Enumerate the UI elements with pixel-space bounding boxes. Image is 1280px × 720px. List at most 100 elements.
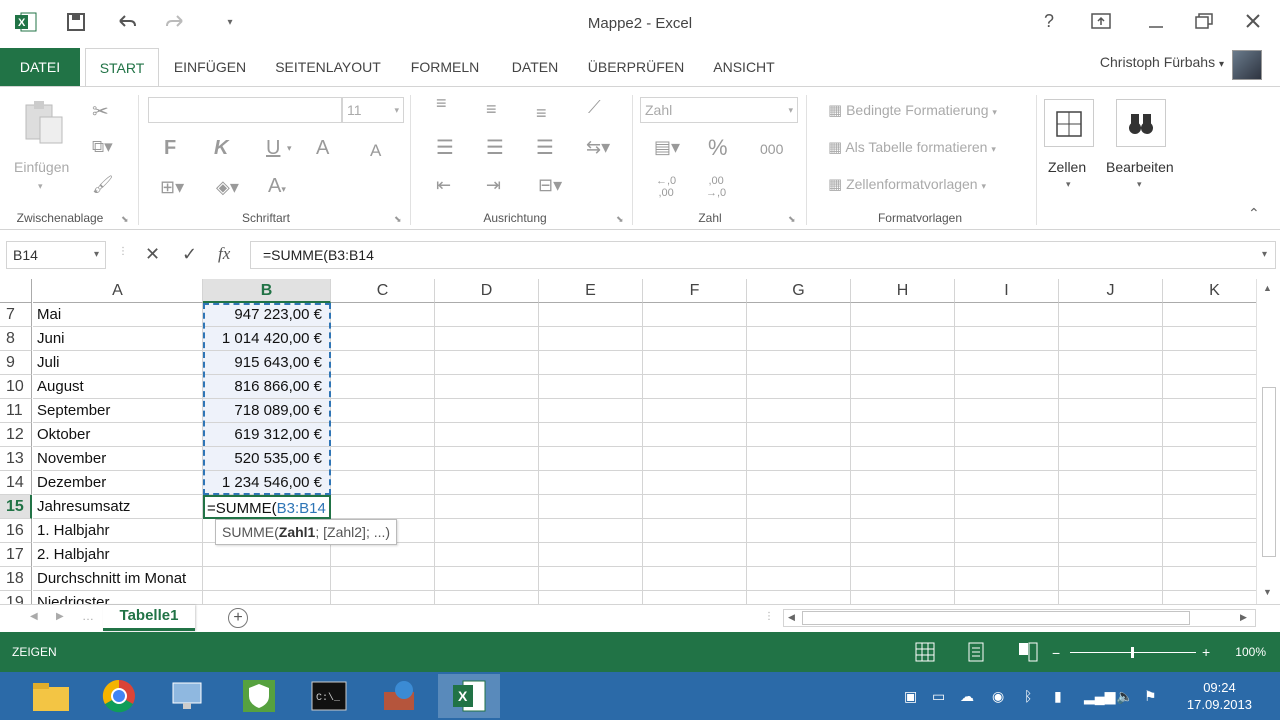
cell-empty[interactable] (435, 519, 539, 543)
page-break-view-icon[interactable] (1018, 642, 1038, 667)
cell-empty[interactable] (851, 495, 955, 519)
tab-start[interactable]: START (85, 48, 159, 87)
collapse-ribbon-icon[interactable]: ⌃ (1248, 205, 1260, 222)
cell-empty[interactable] (851, 471, 955, 495)
cell-label[interactable]: Durchschnitt im Monat (33, 567, 203, 591)
column-header-b[interactable]: B (203, 279, 331, 303)
cell-empty[interactable] (331, 327, 435, 351)
cell-label[interactable]: Jahresumsatz (33, 495, 203, 519)
cell-empty[interactable] (331, 543, 435, 567)
cell-empty[interactable] (955, 543, 1059, 567)
cell-empty[interactable] (1163, 567, 1256, 591)
cell-empty[interactable] (331, 351, 435, 375)
cell-label[interactable]: November (33, 447, 203, 471)
cell-label[interactable]: Oktober (33, 423, 203, 447)
tab-ueberpruefen[interactable]: ÜBERPRÜFEN (580, 48, 692, 86)
taskbar-clock[interactable]: 09:24 17.09.2013 (1187, 679, 1252, 713)
font-color-button[interactable]: A▾ (268, 175, 286, 198)
ribbon-display-options-icon[interactable] (1077, 6, 1125, 36)
cell-empty[interactable] (643, 399, 747, 423)
cell-empty[interactable] (1059, 591, 1163, 604)
cell-empty[interactable] (1163, 495, 1256, 519)
cell-empty[interactable] (1059, 471, 1163, 495)
cell-empty[interactable] (643, 447, 747, 471)
command-prompt-icon[interactable]: C:\_ (298, 674, 360, 718)
orientation-icon[interactable]: ⟋ (588, 97, 601, 118)
cell-empty[interactable] (747, 375, 851, 399)
cell-empty[interactable] (539, 543, 643, 567)
shrink-font-button[interactable]: A (370, 141, 381, 161)
cell-empty[interactable] (1163, 303, 1256, 327)
cell-empty[interactable] (1163, 327, 1256, 351)
cell-empty[interactable] (435, 543, 539, 567)
cell-empty[interactable] (955, 591, 1059, 604)
cell-empty[interactable] (643, 471, 747, 495)
cell-label[interactable]: September (33, 399, 203, 423)
cell-empty[interactable] (539, 423, 643, 447)
tray-cloud-icon[interactable]: ☁ (960, 688, 974, 705)
paste-dropdown-icon[interactable]: ▾ (38, 181, 43, 192)
horizontal-scrollbar[interactable]: ◀ ▶ (783, 609, 1256, 627)
cell-empty[interactable] (643, 591, 747, 604)
bold-button[interactable]: F (164, 137, 176, 160)
vertical-scrollbar[interactable]: ▲ ▼ (1256, 279, 1280, 604)
close-icon[interactable] (1229, 6, 1277, 36)
font-name-combo[interactable] (148, 97, 342, 123)
cell-empty[interactable] (955, 495, 1059, 519)
cells-icon[interactable] (1044, 99, 1094, 147)
tray-volume-icon[interactable]: 🔈 (1116, 688, 1133, 705)
insert-function-icon[interactable]: fx (218, 244, 230, 264)
column-header-c[interactable]: C (331, 279, 435, 303)
cell-empty[interactable] (435, 303, 539, 327)
cell-empty[interactable] (435, 399, 539, 423)
editing-button[interactable]: Bearbeiten (1106, 159, 1174, 175)
function-tooltip[interactable]: SUMME(Zahl1; [Zahl2]; ...) (215, 519, 398, 545)
cell-empty[interactable] (851, 591, 955, 604)
thousands-separator-button[interactable]: 000 (760, 141, 783, 157)
row-header[interactable]: 15 (0, 495, 32, 519)
cell-empty[interactable] (1163, 591, 1256, 604)
cell-empty[interactable] (331, 399, 435, 423)
align-bottom-icon[interactable]: ≡ (536, 103, 547, 124)
cells-button[interactable]: Zellen (1048, 159, 1086, 175)
cell-label[interactable]: 2. Halbjahr (33, 543, 203, 567)
cell-empty[interactable] (539, 567, 643, 591)
cell-empty[interactable] (747, 351, 851, 375)
cell-empty[interactable] (331, 447, 435, 471)
cell-empty[interactable] (643, 543, 747, 567)
worksheet-grid[interactable]: ABCDEFGHIJK 7 Mai 947 223,00 € 8 Juni 1 014 4… (0, 279, 1256, 604)
chrome-icon[interactable] (88, 674, 150, 718)
cell-empty[interactable] (435, 327, 539, 351)
normal-view-icon[interactable] (915, 642, 935, 667)
security-shield-icon[interactable] (228, 674, 290, 718)
cell-empty[interactable] (1059, 351, 1163, 375)
row-header[interactable]: 7 (0, 303, 32, 327)
cell-empty[interactable] (643, 375, 747, 399)
cell-value[interactable] (203, 543, 331, 567)
cell-empty[interactable] (1059, 327, 1163, 351)
cell-empty[interactable] (643, 327, 747, 351)
align-left-icon[interactable]: ☰ (436, 135, 454, 160)
help-icon[interactable]: ? (1025, 6, 1073, 36)
wrap-text-icon[interactable]: ⇆▾ (586, 137, 610, 158)
cell-empty[interactable] (331, 591, 435, 604)
increase-decimal-button[interactable]: ←,0 ,00 (656, 175, 676, 199)
number-format-combo[interactable]: Zahl ▾ (640, 97, 798, 123)
cell-empty[interactable] (539, 375, 643, 399)
cell-empty[interactable] (435, 591, 539, 604)
file-explorer-icon[interactable] (20, 674, 82, 718)
binoculars-icon[interactable] (1116, 99, 1166, 147)
minimize-icon[interactable] (1132, 6, 1180, 36)
accounting-format-icon[interactable]: ▤▾ (654, 137, 680, 158)
cell-empty[interactable] (1059, 519, 1163, 543)
underline-button[interactable]: U (266, 137, 280, 160)
cell-empty[interactable] (643, 303, 747, 327)
select-all-corner[interactable] (0, 279, 32, 303)
cell-empty[interactable] (435, 447, 539, 471)
cell-value[interactable]: 816 866,00 € (203, 375, 331, 399)
row-header[interactable]: 9 (0, 351, 32, 375)
row-header[interactable]: 18 (0, 567, 32, 591)
paste-icon[interactable] (20, 99, 66, 147)
scroll-left-icon[interactable]: ◀ (788, 612, 795, 623)
italic-button[interactable]: K (214, 137, 228, 160)
